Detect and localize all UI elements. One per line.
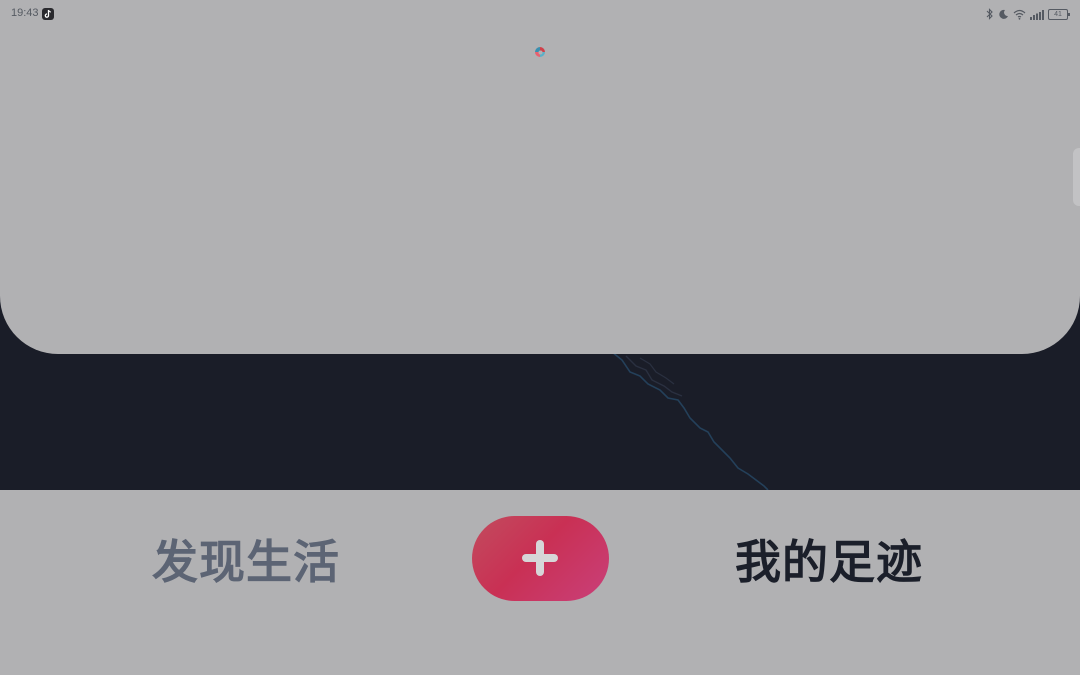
map-river-branch bbox=[625, 355, 683, 397]
tab-my-footprint[interactable]: 我的足迹 bbox=[735, 526, 923, 592]
bottom-navigation: 发现生活 我的足迹 bbox=[0, 490, 1080, 675]
loading-spinner-icon bbox=[534, 43, 546, 57]
status-time: 19:43 bbox=[11, 7, 39, 19]
signal-icon bbox=[1030, 5, 1044, 24]
tiktok-icon bbox=[42, 8, 54, 20]
side-drawer-handle[interactable] bbox=[1073, 148, 1080, 206]
status-bar: 19:43 41 bbox=[0, 0, 1080, 28]
bluetooth-icon bbox=[986, 5, 994, 24]
moon-icon bbox=[998, 5, 1009, 24]
map-river-line bbox=[611, 351, 769, 490]
plus-icon bbox=[520, 538, 560, 578]
battery-indicator: 41 bbox=[1048, 8, 1070, 20]
tab-discover-life[interactable]: 发现生活 bbox=[152, 526, 340, 592]
wifi-icon bbox=[1013, 5, 1026, 24]
status-icons: 41 bbox=[986, 5, 1070, 24]
add-button[interactable] bbox=[472, 516, 609, 601]
